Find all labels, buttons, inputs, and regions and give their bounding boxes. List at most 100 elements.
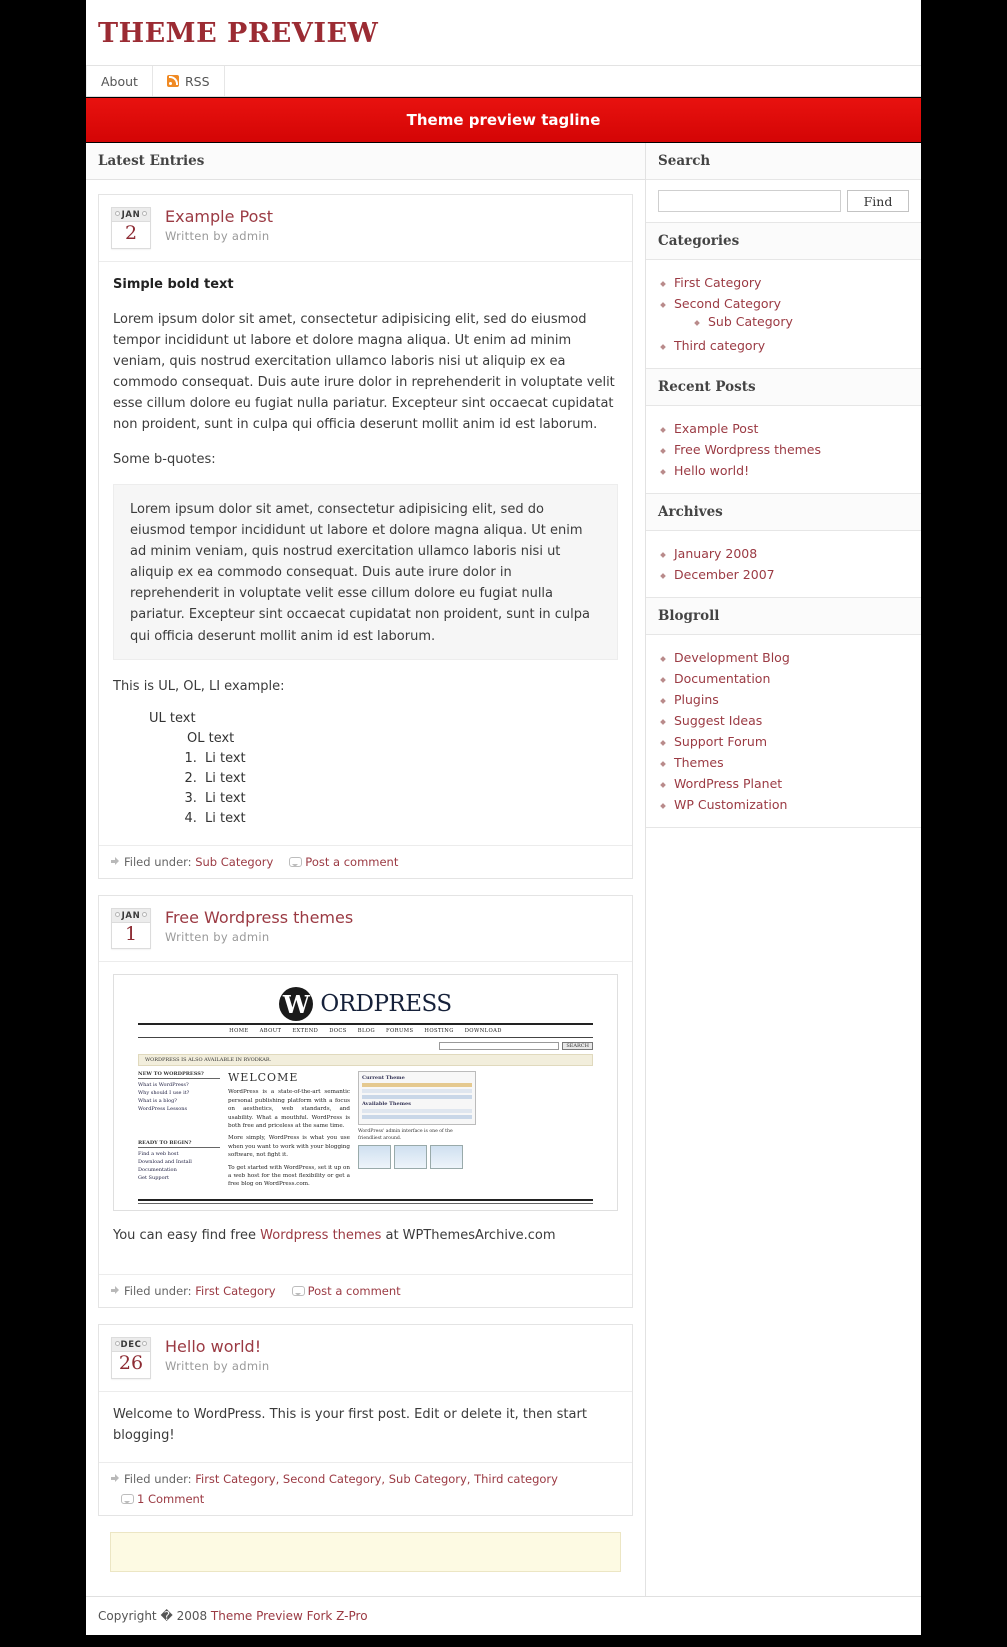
list-item[interactable]: First Category — [658, 272, 909, 293]
list-item[interactable]: Second Category Sub Category — [658, 293, 909, 335]
category-link[interactable]: Third category — [674, 338, 765, 353]
wp-paragraph: To get started with WordPress, set it up… — [228, 1164, 350, 1188]
list-item[interactable]: Sub Category — [692, 311, 909, 332]
list-item[interactable]: Hello world! — [658, 460, 909, 481]
site-footer: Copyright � 2008 Theme Preview Fork Z-Pr… — [86, 1595, 921, 1635]
site-title-link[interactable]: Theme Preview — [98, 18, 378, 49]
filed-under-label: Filed under: — [124, 854, 192, 869]
nav-item-label: About — [101, 73, 138, 89]
wp-col1-link2: Get Support — [138, 1175, 170, 1182]
wp-panel-bar — [362, 1083, 472, 1088]
wp-col1-link2: Find a web host — [138, 1151, 179, 1158]
wordpress-themes-link[interactable]: Wordpress themes — [260, 1228, 381, 1243]
search-submit-button[interactable]: Find — [847, 190, 909, 212]
list-item: Li text — [201, 791, 618, 806]
wp-footer-rule — [138, 1198, 593, 1201]
ul-text: UL text — [149, 710, 196, 726]
list-item[interactable]: Support Forum — [658, 731, 909, 752]
list-item[interactable]: Example Post — [658, 418, 909, 439]
post-title-link[interactable]: Example Post — [165, 207, 273, 226]
blogroll-link[interactable]: Plugins — [674, 692, 719, 707]
category-link[interactable]: First Category — [674, 275, 761, 290]
post-meta: Filed under: Sub Category Post a comment — [99, 844, 632, 878]
post-category-link[interactable]: First Category, Second Category, Sub Cat… — [195, 1472, 558, 1486]
recent-post-link[interactable]: Example Post — [674, 421, 758, 436]
wp-thumbnail — [430, 1145, 463, 1170]
post-paragraph: Welcome to WordPress. This is your first… — [113, 1406, 587, 1443]
archive-link[interactable]: January 2008 — [674, 546, 757, 561]
demo-list: UL text OL text Li text Li text Li text … — [113, 711, 618, 826]
wp-paragraph: WordPress is a state-of-the-art semantic… — [228, 1089, 350, 1129]
wp-column-middle: WELCOME WordPress is a state-of-the-art … — [228, 1071, 350, 1192]
post-title-link[interactable]: Hello world! — [165, 1337, 261, 1356]
post-comment-link[interactable]: Post a comment — [305, 855, 398, 869]
widget-body: Development Blog Documentation Plugins S… — [646, 635, 921, 827]
post-author: Written by admin — [165, 229, 270, 243]
post-date-badge: JAN 2 — [111, 207, 151, 249]
filed-under-label: Filed under: — [124, 1471, 192, 1486]
widget-body: January 2008 December 2007 — [646, 531, 921, 597]
widget-title: Search — [646, 143, 921, 180]
widget-title: Blogroll — [646, 598, 921, 635]
list-item[interactable]: January 2008 — [658, 543, 909, 564]
post-header: JAN 1 Free Wordpress themes Written by a… — [99, 896, 632, 963]
post-category-link[interactable]: First Category — [195, 1284, 275, 1298]
nav-item-label: RSS — [184, 73, 210, 89]
wp-nav-item: BLOG — [357, 1028, 376, 1035]
main-layout: Latest Entries JAN 2 Example Post Writte… — [86, 143, 921, 1596]
category-list: First Category Second Category Sub Categ… — [658, 272, 909, 356]
list-item[interactable]: WP Customization — [658, 794, 909, 815]
wp-col1-head2: READY TO BEGIN? — [138, 1140, 220, 1149]
arrow-icon — [111, 1286, 122, 1295]
list-item[interactable]: Suggest Ideas — [658, 710, 909, 731]
list-item[interactable]: Documentation — [658, 668, 909, 689]
archive-link[interactable]: December 2007 — [674, 567, 775, 582]
blogroll-link[interactable]: Themes — [674, 755, 724, 770]
list-item[interactable]: Themes — [658, 752, 909, 773]
nav-item-about[interactable]: About — [86, 66, 153, 96]
post-date-badge: DEC 26 — [111, 1336, 151, 1379]
comment-group: 1 Comment — [111, 1492, 204, 1506]
recent-post-link[interactable]: Free Wordpress themes — [674, 442, 821, 457]
list-item[interactable]: December 2007 — [658, 564, 909, 585]
blogroll-link[interactable]: Suggest Ideas — [674, 713, 762, 728]
content-column: Latest Entries JAN 2 Example Post Writte… — [86, 143, 646, 1596]
blogroll-link[interactable]: Documentation — [674, 671, 770, 686]
category-link[interactable]: Second Category — [674, 296, 781, 311]
filed-under-group: Filed under: First Category, Second Cate… — [111, 1472, 558, 1486]
wp-panel-bar — [362, 1115, 472, 1120]
blogroll-link[interactable]: WP Customization — [674, 797, 787, 812]
subcategory-link[interactable]: Sub Category — [708, 314, 793, 329]
wp-search-row: SEARCH — [138, 1042, 593, 1051]
post-paragraph: Lorem ipsum dolor sit amet, consectetur … — [113, 311, 615, 433]
blogroll-link[interactable]: Development Blog — [674, 650, 790, 665]
post-author: Written by admin — [165, 929, 270, 944]
list-item[interactable]: Free Wordpress themes — [658, 439, 909, 460]
list-item[interactable]: Development Blog — [658, 647, 909, 668]
list-item[interactable]: Plugins — [658, 689, 909, 710]
post-category-link[interactable]: Sub Category — [195, 855, 273, 869]
wp-nav-item: FORUMS — [386, 1028, 414, 1035]
wordpress-wordmark: ORDPRESS — [320, 991, 452, 1018]
list-item[interactable]: WordPress Planet — [658, 773, 909, 794]
latest-entries-heading: Latest Entries — [86, 143, 645, 180]
comment-group: Post a comment — [279, 855, 398, 869]
footer-credit-link[interactable]: Theme Preview Fork Z-Pro — [211, 1609, 368, 1623]
recent-post-link[interactable]: Hello world! — [674, 463, 749, 478]
wordpress-screenshot-image: W ORDPRESS HOME ABOUT EXTEND DOCS BLOG F… — [113, 974, 618, 1211]
wp-col1-head: NEW TO WORDPRESS? — [138, 1071, 220, 1080]
widget-title: Archives — [646, 494, 921, 531]
nav-item-rss[interactable]: RSS — [153, 66, 225, 96]
wp-col1-link: What is WordPress? — [138, 1082, 189, 1089]
site-tagline: Theme preview tagline — [86, 97, 921, 143]
list-item[interactable]: Third category — [658, 335, 909, 356]
blogroll-link[interactable]: WordPress Planet — [674, 776, 782, 791]
filed-under-label: Filed under: — [124, 1283, 192, 1298]
post-comment-link[interactable]: 1 Comment — [137, 1492, 204, 1506]
post-header: DEC 26 Hello world! Written by admin — [99, 1325, 632, 1392]
search-input[interactable] — [658, 190, 841, 212]
post-title-link[interactable]: Free Wordpress themes — [165, 908, 353, 927]
post-comment-link[interactable]: Post a comment — [308, 1284, 401, 1298]
wp-nav-item: DOWNLOAD — [464, 1028, 502, 1035]
blogroll-link[interactable]: Support Forum — [674, 734, 767, 749]
